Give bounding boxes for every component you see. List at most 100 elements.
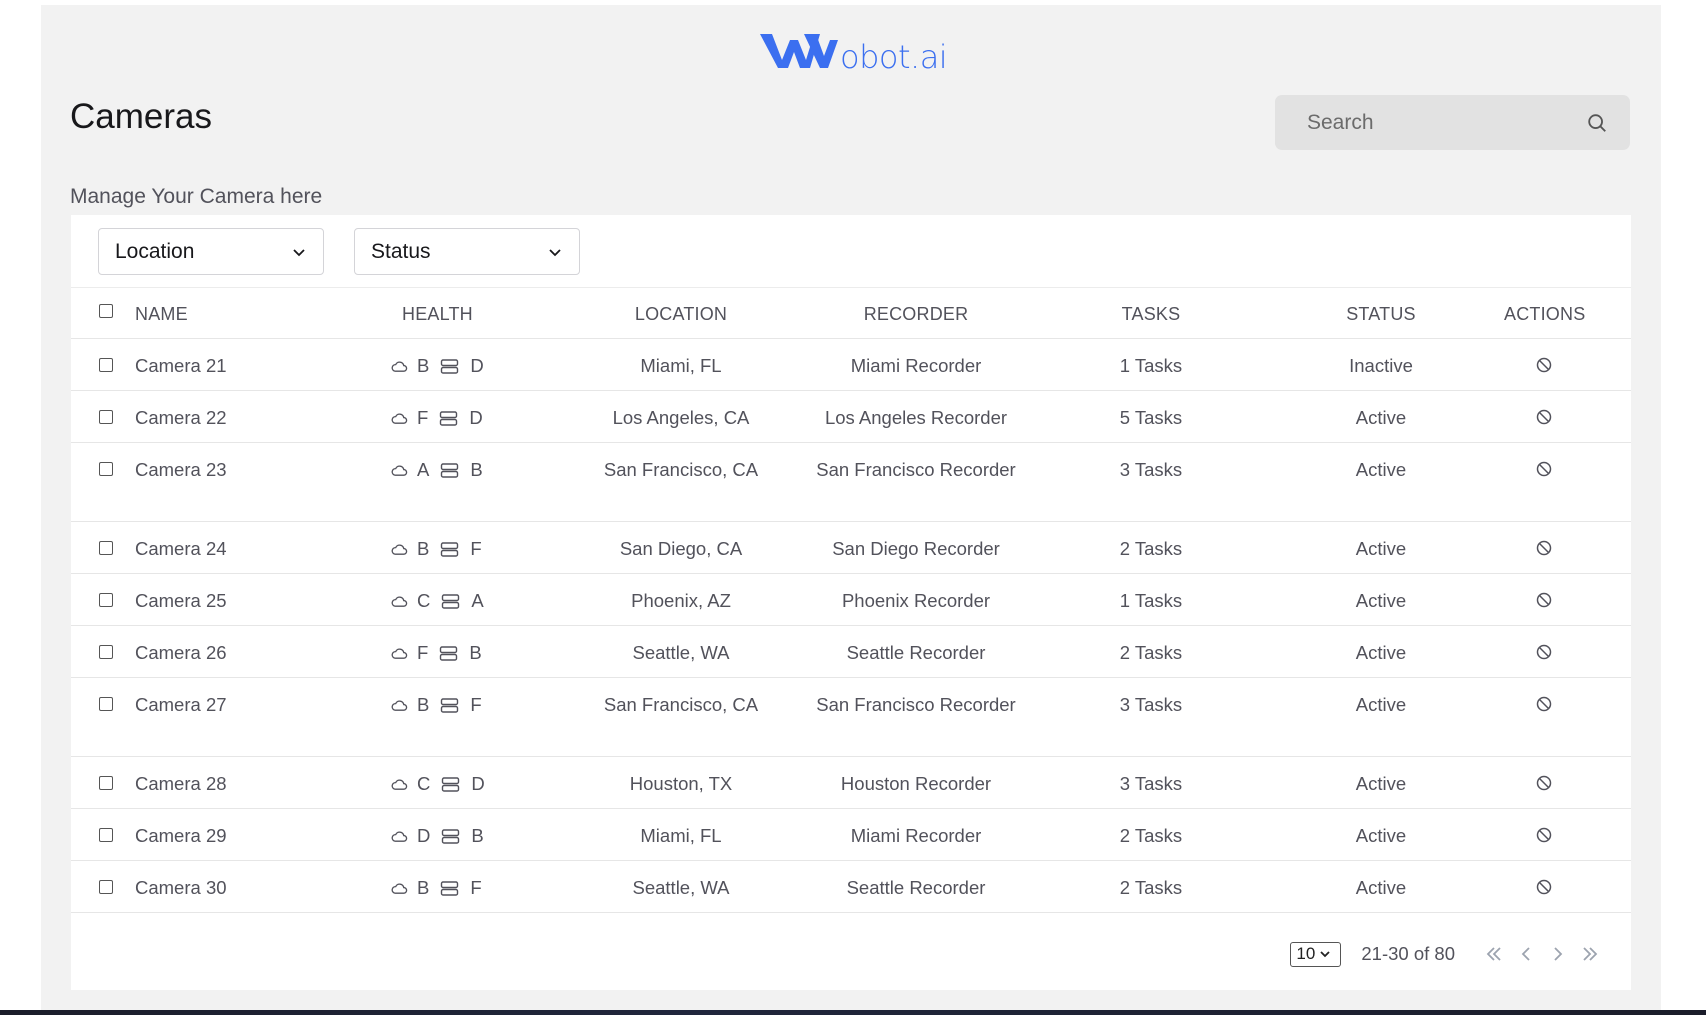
ban-icon[interactable] (1535, 695, 1553, 713)
row-checkbox[interactable] (99, 880, 113, 894)
health-indicators: C A (391, 588, 511, 614)
row-checkbox[interactable] (99, 645, 113, 659)
status-filter-label: Status (371, 239, 431, 263)
health-indicators: B F (391, 692, 511, 718)
first-page-icon[interactable] (1483, 943, 1505, 965)
table-row[interactable]: Camera 29 D B Miami, FL Miami Recorder 2… (71, 809, 1631, 861)
camera-recorder: Phoenix Recorder (841, 590, 991, 611)
table-row[interactable]: Camera 23 A B San Francisco, CA San Fran… (71, 443, 1631, 522)
camera-name[interactable]: Camera 22 (135, 405, 227, 431)
table-row[interactable]: Camera 28 C D Houston, TX Houston Record… (71, 757, 1631, 809)
ban-icon[interactable] (1535, 356, 1553, 374)
camera-recorder: Seattle Recorder (846, 877, 986, 898)
row-checkbox[interactable] (99, 776, 113, 790)
row-checkbox[interactable] (99, 410, 113, 424)
col-status[interactable]: STATUS (1311, 288, 1451, 340)
storage-grade: B (471, 825, 484, 846)
camera-name[interactable]: Camera 29 (135, 823, 227, 849)
storage-icon (441, 880, 459, 896)
row-checkbox[interactable] (99, 593, 113, 607)
col-name[interactable]: NAME (135, 288, 188, 340)
storage-icon (442, 776, 460, 792)
search-input[interactable] (1307, 110, 1586, 135)
camera-name[interactable]: Camera 25 (135, 588, 227, 614)
camera-tasks: 3 Tasks (1119, 459, 1183, 480)
camera-location: Seattle, WA (632, 877, 730, 898)
search-box[interactable] (1275, 95, 1630, 150)
row-checkbox[interactable] (99, 828, 113, 842)
chevron-down-icon (1320, 951, 1330, 958)
page-size-select[interactable]: 10 (1290, 941, 1342, 967)
col-tasks[interactable]: TASKS (1071, 288, 1231, 340)
camera-name[interactable]: Camera 24 (135, 536, 227, 562)
camera-location: San Diego, CA (619, 538, 743, 559)
table-row[interactable]: Camera 27 B F San Francisco, CA San Fran… (71, 678, 1631, 757)
col-recorder[interactable]: RECORDER (801, 288, 1031, 340)
cloud-icon (391, 595, 408, 607)
col-health[interactable]: HEALTH (402, 288, 473, 340)
camera-name[interactable]: Camera 28 (135, 771, 227, 797)
table-header: NAME HEALTH LOCATION RECORDER TASKS STAT… (71, 287, 1631, 339)
status-filter[interactable]: Status (354, 228, 580, 275)
camera-recorder: San Francisco Recorder (816, 694, 1016, 715)
storage-icon (441, 541, 459, 557)
camera-location: San Francisco, CA (603, 694, 759, 715)
table-row[interactable]: Camera 25 C A Phoenix, AZ Phoenix Record… (71, 574, 1631, 626)
camera-status: Active (1355, 459, 1407, 480)
cloud-grade: B (417, 694, 430, 715)
camera-name[interactable]: Camera 26 (135, 640, 227, 666)
camera-recorder: Los Angeles Recorder (824, 407, 1008, 428)
ban-icon[interactable] (1535, 460, 1553, 478)
col-location[interactable]: LOCATION (581, 288, 781, 340)
camera-recorder: San Francisco Recorder (816, 459, 1016, 480)
select-all-checkbox[interactable] (99, 304, 113, 318)
cloud-grade: A (417, 459, 430, 480)
ban-icon[interactable] (1535, 774, 1553, 792)
camera-tasks: 3 Tasks (1119, 694, 1183, 715)
search-icon[interactable] (1586, 112, 1608, 134)
cloud-grade: F (417, 407, 429, 428)
pagination: 10 21-30 of 80 (1290, 941, 1601, 967)
location-filter[interactable]: Location (98, 228, 324, 275)
ban-icon[interactable] (1535, 408, 1553, 426)
table-row[interactable]: Camera 21 B D Miami, FL Miami Recorder 1… (71, 339, 1631, 391)
camera-name[interactable]: Camera 21 (135, 353, 227, 379)
camera-recorder: San Diego Recorder (832, 538, 1000, 559)
ban-icon[interactable] (1535, 539, 1553, 557)
ban-icon[interactable] (1535, 591, 1553, 609)
camera-status: Active (1355, 773, 1407, 794)
page-subtitle: Manage Your Camera here (70, 185, 323, 208)
table-row[interactable]: Camera 24 B F San Diego, CA San Diego Re… (71, 522, 1631, 574)
prev-page-icon[interactable] (1515, 943, 1537, 965)
table-row[interactable]: Camera 26 F B Seattle, WA Seattle Record… (71, 626, 1631, 678)
storage-icon (441, 358, 459, 374)
row-checkbox[interactable] (99, 358, 113, 372)
cloud-icon (391, 699, 408, 711)
camera-name[interactable]: Camera 30 (135, 875, 227, 901)
ban-icon[interactable] (1535, 878, 1553, 896)
row-checkbox[interactable] (99, 697, 113, 711)
camera-tasks: 2 Tasks (1119, 877, 1183, 898)
next-page-icon[interactable] (1547, 943, 1569, 965)
table-row[interactable]: Camera 30 B F Seattle, WA Seattle Record… (71, 861, 1631, 913)
camera-status: Active (1355, 694, 1407, 715)
camera-name[interactable]: Camera 23 (135, 457, 227, 483)
ban-icon[interactable] (1535, 643, 1553, 661)
camera-status: Active (1355, 825, 1407, 846)
row-checkbox[interactable] (99, 462, 113, 476)
table-row[interactable]: Camera 22 F D Los Angeles, CA Los Angele… (71, 391, 1631, 443)
chevron-down-icon (549, 248, 561, 256)
cloud-grade: C (417, 590, 431, 611)
camera-recorder: Seattle Recorder (846, 642, 986, 663)
cloud-icon (391, 543, 408, 555)
health-indicators: F D (391, 405, 511, 431)
page-range: 21-30 of 80 (1361, 943, 1455, 964)
chevron-down-icon (293, 248, 305, 256)
camera-tasks: 2 Tasks (1119, 825, 1183, 846)
ban-icon[interactable] (1535, 826, 1553, 844)
camera-name[interactable]: Camera 27 (135, 692, 227, 718)
row-checkbox[interactable] (99, 541, 113, 555)
camera-tasks: 1 Tasks (1119, 590, 1183, 611)
storage-icon (440, 410, 458, 426)
last-page-icon[interactable] (1579, 943, 1601, 965)
